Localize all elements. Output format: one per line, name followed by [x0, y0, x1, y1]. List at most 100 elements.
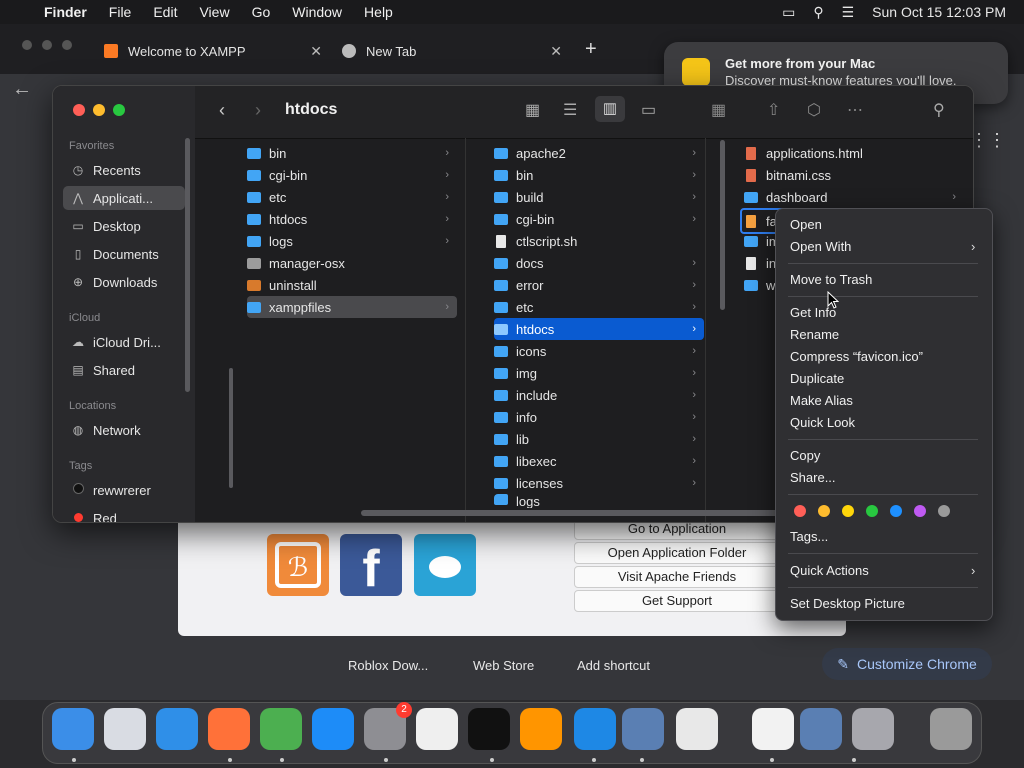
clock-icon[interactable]: [752, 708, 794, 750]
window-close-button[interactable]: [22, 40, 32, 50]
menu-view[interactable]: View: [199, 4, 229, 20]
column-scrollbar[interactable]: [229, 368, 233, 488]
vscode-icon[interactable]: [574, 708, 616, 750]
finder-icon[interactable]: [52, 708, 94, 750]
tag-gray-dot[interactable]: [938, 505, 950, 517]
list-item[interactable]: bin ›: [494, 164, 704, 186]
app-store-icon[interactable]: [312, 708, 354, 750]
virtualbox-icon[interactable]: [800, 708, 842, 750]
sidebar-item-shared[interactable]: ▤ Shared: [63, 358, 185, 382]
list-item[interactable]: libexec ›: [494, 450, 704, 472]
menu-item-quick-actions[interactable]: Quick Actions ›: [790, 563, 980, 578]
window-zoom-button[interactable]: [62, 40, 72, 50]
apps-grid-icon[interactable]: ⋮⋮: [970, 130, 1006, 151]
tag-icon[interactable]: ⬡: [807, 100, 821, 120]
menu-item-make-alias[interactable]: Make Alias: [790, 393, 853, 408]
tag-yellow-dot[interactable]: [842, 505, 854, 517]
list-item[interactable]: logs ›: [247, 230, 457, 252]
new-tab-plus-icon[interactable]: +: [585, 38, 597, 61]
list-view-icon[interactable]: ☰: [563, 100, 577, 120]
share-icon[interactable]: ⇧: [767, 100, 780, 120]
get-support-button[interactable]: Get Support: [574, 590, 780, 612]
menu-item-duplicate[interactable]: Duplicate: [790, 371, 844, 386]
horizontal-scrollbar[interactable]: [361, 510, 781, 516]
sidebar-item-network[interactable]: ◍ Network: [63, 418, 185, 442]
menu-window[interactable]: Window: [292, 4, 342, 20]
list-item[interactable]: include ›: [494, 384, 704, 406]
tag-red-dot[interactable]: [794, 505, 806, 517]
menu-item-open-with[interactable]: Open With ›: [790, 239, 980, 254]
customize-chrome-button[interactable]: ✎ Customize Chrome: [822, 648, 992, 680]
list-item[interactable]: dashboard ›: [744, 186, 964, 208]
twitter-icon[interactable]: [414, 534, 476, 596]
sidebar-item-recents[interactable]: ◷ Recents: [63, 158, 185, 182]
tag-green-dot[interactable]: [866, 505, 878, 517]
list-item[interactable]: xamppfiles ›: [247, 296, 457, 318]
list-item[interactable]: manager-osx: [247, 252, 457, 274]
xampp-logo-icon[interactable]: ℬ: [267, 534, 329, 596]
gallery-view-icon[interactable]: ▭: [641, 100, 656, 120]
menu-item-open[interactable]: Open: [790, 217, 822, 232]
list-item[interactable]: build ›: [494, 186, 704, 208]
list-item[interactable]: uninstall: [247, 274, 457, 296]
menu-item-share[interactable]: Share...: [790, 470, 836, 485]
sidebar-item-icloud-drive[interactable]: ☁ iCloud Dri...: [63, 330, 185, 354]
menu-item-copy[interactable]: Copy: [790, 448, 820, 463]
list-item[interactable]: etc ›: [247, 186, 457, 208]
finder-zoom-button[interactable]: [113, 104, 125, 116]
spotlight-search-icon[interactable]: ⚲: [813, 4, 823, 21]
list-item[interactable]: ctlscript.sh: [494, 230, 704, 252]
finder-close-button[interactable]: [73, 104, 85, 116]
shortcut-roblox[interactable]: Roblox Dow...: [348, 658, 428, 673]
list-item[interactable]: licenses ›: [494, 472, 704, 494]
launchpad-icon[interactable]: [104, 708, 146, 750]
list-item[interactable]: bin ›: [247, 142, 457, 164]
system-settings-icon[interactable]: 2: [364, 702, 412, 750]
sidebar-scrollbar[interactable]: [185, 138, 190, 392]
tag-blue-dot[interactable]: [890, 505, 902, 517]
sidebar-tag-rewwrerer[interactable]: rewwrerer: [63, 478, 185, 502]
list-item[interactable]: etc ›: [494, 296, 704, 318]
trash-icon[interactable]: [930, 708, 972, 750]
back-arrow-icon[interactable]: ←: [12, 78, 32, 101]
open-application-folder-button[interactable]: Open Application Folder: [574, 542, 780, 564]
back-chevron-icon[interactable]: ‹: [219, 100, 225, 121]
visit-apache-friends-button[interactable]: Visit Apache Friends: [574, 566, 780, 588]
tag-orange-dot[interactable]: [818, 505, 830, 517]
sidebar-item-applications[interactable]: ⋀ Applicati...: [63, 186, 185, 210]
facebook-icon[interactable]: f: [340, 534, 402, 598]
list-item[interactable]: bitnami.css: [744, 164, 964, 186]
column-scrollbar[interactable]: [720, 140, 725, 310]
window-minimize-button[interactable]: [42, 40, 52, 50]
tag-purple-dot[interactable]: [914, 505, 926, 517]
menu-item-quick-look[interactable]: Quick Look: [790, 415, 855, 430]
firefox-icon[interactable]: [208, 708, 250, 750]
tab-close-icon[interactable]: ✕: [310, 43, 322, 60]
menubar-clock[interactable]: Sun Oct 15 12:03 PM: [872, 4, 1006, 20]
menu-item-rename[interactable]: Rename: [790, 327, 839, 342]
sidebar-item-desktop[interactable]: ▭ Desktop: [63, 214, 185, 238]
list-item[interactable]: docs ›: [494, 252, 704, 274]
menu-item-compress[interactable]: Compress “favicon.ico”: [790, 349, 923, 364]
textedit-icon[interactable]: [416, 708, 458, 750]
shortcut-add[interactable]: Add shortcut: [577, 658, 650, 673]
menu-app-name[interactable]: Finder: [44, 4, 87, 20]
list-item[interactable]: applications.html: [744, 142, 964, 164]
virtualbox-icon[interactable]: [622, 708, 664, 750]
menu-item-move-to-trash[interactable]: Move to Trash: [790, 272, 872, 287]
shortcut-web-store[interactable]: Web Store: [473, 658, 534, 673]
column-view-icon[interactable]: ▥: [595, 96, 625, 122]
list-item[interactable]: htdocs ›: [247, 208, 457, 230]
garageband-icon[interactable]: [520, 708, 562, 750]
chrome-icon[interactable]: [260, 708, 302, 750]
roblox-icon[interactable]: [676, 708, 718, 750]
list-item[interactable]: apache2 ›: [494, 142, 704, 164]
list-item[interactable]: cgi-bin ›: [247, 164, 457, 186]
menu-item-tags[interactable]: Tags...: [790, 529, 828, 544]
sidebar-tag-red[interactable]: Red: [63, 506, 185, 522]
list-item[interactable]: icons ›: [494, 340, 704, 362]
list-item[interactable]: error ›: [494, 274, 704, 296]
menu-edit[interactable]: Edit: [153, 4, 177, 20]
list-item[interactable]: info ›: [494, 406, 704, 428]
sidebar-item-documents[interactable]: ▯ Documents: [63, 242, 185, 266]
